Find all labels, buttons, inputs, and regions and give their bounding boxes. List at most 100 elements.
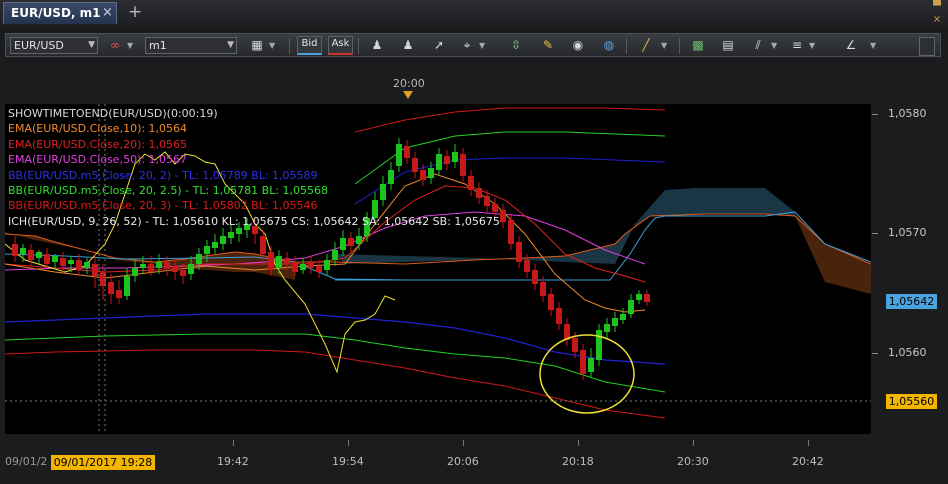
time-label: 20:42	[792, 455, 824, 468]
minimize-icon[interactable]: ▀	[930, 0, 944, 13]
candle-body	[132, 268, 138, 276]
divider	[626, 38, 627, 54]
candle-body	[108, 282, 114, 294]
chart-toolbar: EUR/USD ▼ ∞ ▼ m1 ▼ ▦ ▼ Bid Ask ♟ ♟ ➚ ⌖ ▼…	[5, 33, 941, 57]
price-label-2: 1,0570	[888, 226, 927, 239]
chevron-down-icon: ▼	[88, 40, 95, 50]
chart-tab[interactable]: EUR/USD, m1 ×	[3, 2, 117, 24]
timeframe-select[interactable]: m1 ▼	[145, 37, 237, 54]
candle-body	[508, 220, 514, 244]
cursor-icon[interactable]: ➚	[430, 37, 448, 54]
close-tab-icon[interactable]: ×	[102, 5, 113, 20]
user-add-icon[interactable]: ♟	[368, 37, 386, 54]
window-controls: ▀ ×	[930, 0, 944, 26]
candle-body	[556, 308, 562, 324]
time-label: 20:30	[677, 455, 709, 468]
top-time-marker-bar: 20:00	[5, 76, 871, 102]
candle-body	[20, 248, 26, 254]
candle-body	[500, 210, 506, 222]
current-price-badge: 1,05642	[886, 294, 937, 309]
candle-body	[604, 324, 610, 332]
time-tick	[233, 440, 234, 446]
candle-body	[28, 250, 34, 260]
candle-body	[148, 264, 154, 272]
candle-body	[12, 244, 18, 256]
tab-bar: EUR/USD, m1 × + ▀ ×	[0, 0, 948, 26]
candle-body	[588, 358, 594, 372]
bid-button[interactable]: Bid	[297, 36, 322, 55]
draw-line-icon[interactable]: ∠	[842, 37, 860, 54]
price-tick	[872, 233, 878, 234]
candle-body	[268, 252, 274, 270]
candle-body	[172, 266, 178, 272]
legend-bb3: BB(EUR/USD.m5.Close, 20, 3) - TL: 1,0580…	[8, 199, 318, 213]
toolbar-end-button[interactable]	[919, 37, 935, 56]
timeframe-value: m1	[149, 39, 167, 52]
divider	[679, 38, 680, 54]
ruler-icon[interactable]: ╱	[637, 37, 655, 54]
candle-body	[580, 350, 586, 374]
candle-body	[340, 238, 346, 250]
chevron-down-icon[interactable]: ▼	[661, 37, 669, 54]
add-tab-button[interactable]: +	[124, 2, 146, 24]
indicator-legend: SHOWTIMETOEND(EUR/USD)(0:00:19) EMA(EUR/…	[8, 106, 500, 229]
crosshair-icon[interactable]: ⌖	[458, 37, 476, 54]
chevron-down-icon[interactable]: ▼	[771, 37, 779, 54]
candle-body	[300, 264, 306, 270]
time-label: 20:18	[562, 455, 594, 468]
close-window-icon[interactable]: ×	[930, 13, 944, 26]
candle-body	[52, 256, 58, 262]
link-icon[interactable]: ∞	[106, 37, 124, 54]
candle-body	[260, 236, 266, 254]
chevron-down-icon[interactable]: ▼	[127, 37, 135, 54]
chevron-down-icon[interactable]: ▼	[479, 37, 487, 54]
chevron-down-icon[interactable]: ▼	[870, 37, 878, 54]
candle-body	[628, 300, 634, 314]
chart-type-icon[interactable]: ▦	[248, 37, 266, 54]
time-tick	[808, 440, 809, 446]
time-tick	[463, 440, 464, 446]
divider	[289, 38, 290, 54]
candle-body	[164, 262, 170, 268]
edit-icon[interactable]: ✎	[539, 37, 557, 54]
price-label-1: 1,0580	[888, 107, 927, 120]
menu-icon[interactable]: ≡	[788, 37, 806, 54]
candle-body	[140, 264, 146, 268]
time-axis[interactable]: 09/01/2 09/01/2017 19:28 19:42 19:54 20:…	[5, 440, 871, 484]
ask-button[interactable]: Ask	[328, 36, 353, 55]
candle-body	[540, 282, 546, 296]
legend-bb25: BB(EUR/USD.m5.Close, 20, 2.5) - TL: 1,05…	[8, 184, 329, 198]
cursor-price-badge: 1,05560	[886, 394, 937, 409]
image-icon[interactable]: ▩	[689, 37, 707, 54]
candle-body	[292, 262, 298, 272]
time-label: 19:42	[217, 455, 249, 468]
candle-body	[196, 254, 202, 264]
symbol-select[interactable]: EUR/USD ▼	[10, 37, 98, 54]
table-icon[interactable]: ▤	[719, 37, 737, 54]
price-axis[interactable]: 1,0580 1,0570 1,0560 1,05642 1,05560	[872, 104, 942, 434]
candle-body	[612, 318, 618, 326]
globe-icon[interactable]: ◍	[600, 37, 618, 54]
chevron-down-icon[interactable]: ▼	[809, 37, 817, 54]
candle-body	[156, 262, 162, 268]
bb3-lower	[5, 349, 666, 419]
candle-body	[636, 294, 642, 300]
chevron-down-icon[interactable]: ▼	[269, 37, 277, 54]
divider	[358, 38, 359, 54]
price-tick	[872, 353, 878, 354]
legend-ema20: EMA(EUR/USD.Close,20): 1,0565	[8, 137, 188, 151]
candle-body	[620, 314, 626, 320]
time-marker-icon[interactable]	[403, 91, 413, 99]
candle-body	[212, 242, 218, 248]
fit-icon[interactable]: ⇳	[507, 37, 525, 54]
time-label: 20:06	[447, 455, 479, 468]
user-remove-icon[interactable]: ♟	[399, 37, 417, 54]
cursor-time-badge: 09/01/2017 19:28	[51, 455, 155, 470]
candle-body	[68, 260, 74, 264]
candle-body	[276, 256, 282, 268]
candle-body	[116, 290, 122, 298]
candle-body	[596, 330, 602, 360]
lines-icon[interactable]: ⫽	[749, 37, 767, 54]
chevron-down-icon: ▼	[227, 40, 234, 50]
eye-icon[interactable]: ◉	[569, 37, 587, 54]
